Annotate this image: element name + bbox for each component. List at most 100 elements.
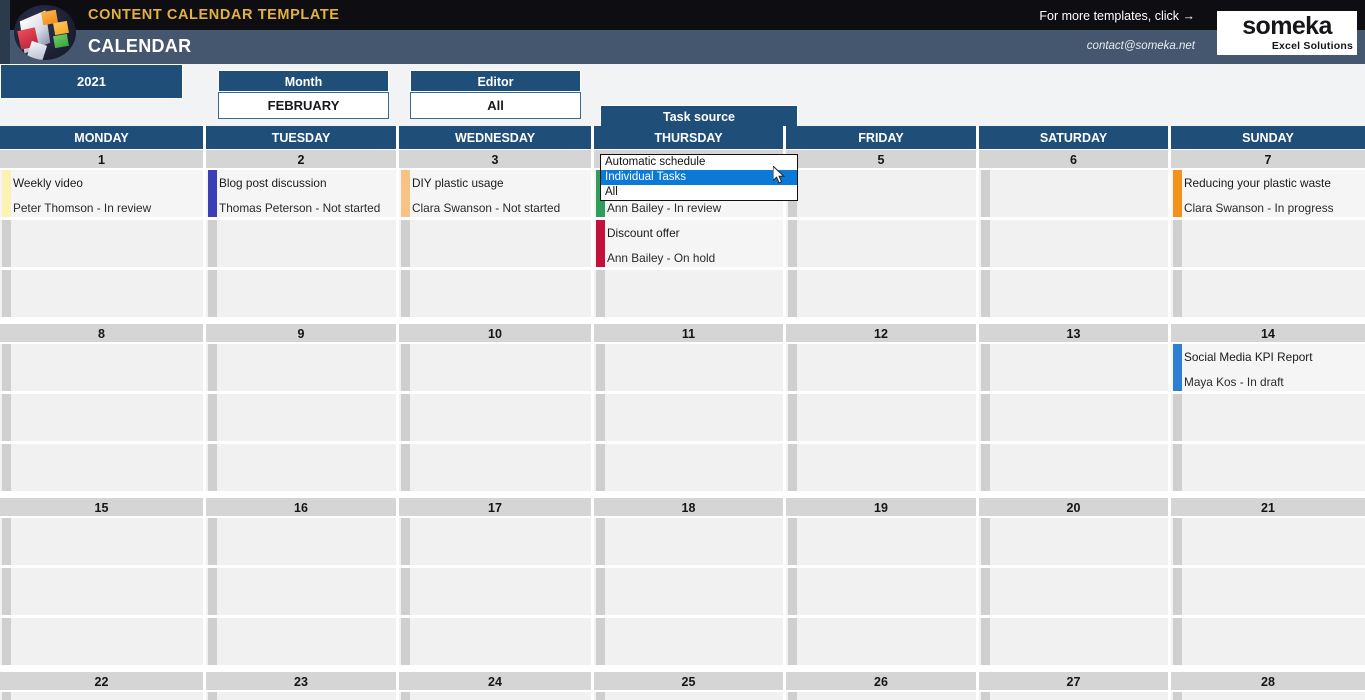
empty-task-slot[interactable] (786, 568, 976, 618)
empty-task-slot[interactable] (399, 270, 591, 320)
year-display[interactable]: 2021 (0, 64, 183, 99)
empty-task-slot[interactable] (0, 344, 203, 394)
empty-task-slot[interactable] (206, 444, 396, 494)
empty-task-slot[interactable] (206, 270, 396, 320)
day-cell-22[interactable]: 22 (0, 672, 206, 700)
task-entry[interactable]: Reducing your plastic waste Clara Swanson… (1171, 170, 1365, 220)
empty-task-slot[interactable] (979, 170, 1168, 220)
empty-task-slot[interactable] (206, 220, 396, 270)
empty-task-slot[interactable] (0, 618, 203, 668)
day-cell-8[interactable]: 8 (0, 324, 206, 494)
day-cell-2[interactable]: 2 Blog post discussion Thomas Peterson - N… (206, 150, 399, 320)
empty-task-slot[interactable] (786, 220, 976, 270)
day-cell-17[interactable]: 17 (399, 498, 594, 668)
empty-task-slot[interactable] (0, 394, 203, 444)
day-cell-27[interactable]: 27 (979, 672, 1171, 700)
empty-task-slot[interactable] (979, 692, 1168, 700)
empty-task-slot[interactable] (1171, 692, 1365, 700)
empty-task-slot[interactable] (206, 618, 396, 668)
task-entry[interactable]: Weekly video Peter Thomson - In review (0, 170, 203, 220)
empty-task-slot[interactable] (0, 518, 203, 568)
day-cell-6[interactable]: 6 (979, 150, 1171, 320)
empty-task-slot[interactable] (1171, 618, 1365, 668)
empty-task-slot[interactable] (979, 344, 1168, 394)
day-cell-25[interactable]: 25 (594, 672, 786, 700)
day-cell-20[interactable]: 20 (979, 498, 1171, 668)
day-cell-13[interactable]: 13 (979, 324, 1171, 494)
empty-task-slot[interactable] (1171, 220, 1365, 270)
day-cell-15[interactable]: 15 (0, 498, 206, 668)
editor-filter-value[interactable]: All (410, 92, 581, 119)
empty-task-slot[interactable] (594, 618, 783, 668)
empty-task-slot[interactable] (979, 270, 1168, 320)
day-cell-19[interactable]: 19 (786, 498, 979, 668)
empty-task-slot[interactable] (399, 618, 591, 668)
day-cell-1[interactable]: 1 Weekly video Peter Thomson - In review (0, 150, 206, 320)
empty-task-slot[interactable] (979, 518, 1168, 568)
day-cell-14[interactable]: 14 Social Media KPI Report Maya Kos - In d… (1171, 324, 1365, 494)
empty-task-slot[interactable] (0, 692, 203, 700)
day-cell-23[interactable]: 23 (206, 672, 399, 700)
empty-task-slot[interactable] (979, 394, 1168, 444)
empty-task-slot[interactable] (206, 344, 396, 394)
empty-task-slot[interactable] (1171, 518, 1365, 568)
day-cell-9[interactable]: 9 (206, 324, 399, 494)
empty-task-slot[interactable] (786, 270, 976, 320)
task-entry[interactable]: Discount offer Ann Bailey - On hold (594, 220, 783, 270)
empty-task-slot[interactable] (786, 692, 976, 700)
day-cell-10[interactable]: 10 (399, 324, 594, 494)
month-filter-value[interactable]: FEBRUARY (218, 92, 389, 119)
day-cell-21[interactable]: 21 (1171, 498, 1365, 668)
empty-task-slot[interactable] (979, 618, 1168, 668)
empty-task-slot[interactable] (594, 344, 783, 394)
empty-task-slot[interactable] (399, 568, 591, 618)
empty-task-slot[interactable] (0, 444, 203, 494)
dropdown-option-automatic-schedule[interactable]: Automatic schedule (601, 155, 797, 170)
empty-task-slot[interactable] (0, 220, 203, 270)
empty-task-slot[interactable] (786, 618, 976, 668)
empty-task-slot[interactable] (594, 568, 783, 618)
empty-task-slot[interactable] (399, 220, 591, 270)
empty-task-slot[interactable] (786, 170, 976, 220)
task-entry[interactable]: Social Media KPI Report Maya Kos - In dra… (1171, 344, 1365, 394)
empty-task-slot[interactable] (979, 220, 1168, 270)
day-cell-28[interactable]: 28 (1171, 672, 1365, 700)
empty-task-slot[interactable] (399, 692, 591, 700)
empty-task-slot[interactable] (0, 568, 203, 618)
someka-logo[interactable]: someka Excel Solutions (1217, 11, 1357, 55)
empty-task-slot[interactable] (594, 394, 783, 444)
day-cell-12[interactable]: 12 (786, 324, 979, 494)
empty-task-slot[interactable] (594, 518, 783, 568)
empty-task-slot[interactable] (399, 518, 591, 568)
empty-task-slot[interactable] (399, 344, 591, 394)
empty-task-slot[interactable] (206, 394, 396, 444)
empty-task-slot[interactable] (786, 344, 976, 394)
empty-task-slot[interactable] (206, 568, 396, 618)
empty-task-slot[interactable] (1171, 444, 1365, 494)
empty-task-slot[interactable] (399, 394, 591, 444)
task-entry[interactable]: Blog post discussion Thomas Peterson - No… (206, 170, 396, 220)
day-cell-16[interactable]: 16 (206, 498, 399, 668)
empty-task-slot[interactable] (786, 394, 976, 444)
day-cell-24[interactable]: 24 (399, 672, 594, 700)
day-cell-5[interactable]: 5 (786, 150, 979, 320)
empty-task-slot[interactable] (206, 692, 396, 700)
empty-task-slot[interactable] (594, 692, 783, 700)
empty-task-slot[interactable] (979, 444, 1168, 494)
empty-task-slot[interactable] (1171, 270, 1365, 320)
empty-task-slot[interactable] (399, 444, 591, 494)
task-source-dropdown-list[interactable]: Automatic schedule Individual Tasks All (600, 154, 798, 201)
more-templates-link[interactable]: For more templates, click → (1039, 9, 1195, 23)
empty-task-slot[interactable] (594, 270, 783, 320)
day-cell-18[interactable]: 18 (594, 498, 786, 668)
empty-task-slot[interactable] (786, 518, 976, 568)
dropdown-option-all[interactable]: All (601, 185, 797, 200)
empty-task-slot[interactable] (594, 444, 783, 494)
dropdown-option-individual-tasks[interactable]: Individual Tasks (601, 170, 797, 185)
empty-task-slot[interactable] (786, 444, 976, 494)
day-cell-7[interactable]: 7 Reducing your plastic waste Clara Swanso… (1171, 150, 1365, 320)
day-cell-11[interactable]: 11 (594, 324, 786, 494)
empty-task-slot[interactable] (206, 518, 396, 568)
day-cell-26[interactable]: 26 (786, 672, 979, 700)
day-cell-3[interactable]: 3 DIY plastic usage Clara Swanson - Not st… (399, 150, 594, 320)
